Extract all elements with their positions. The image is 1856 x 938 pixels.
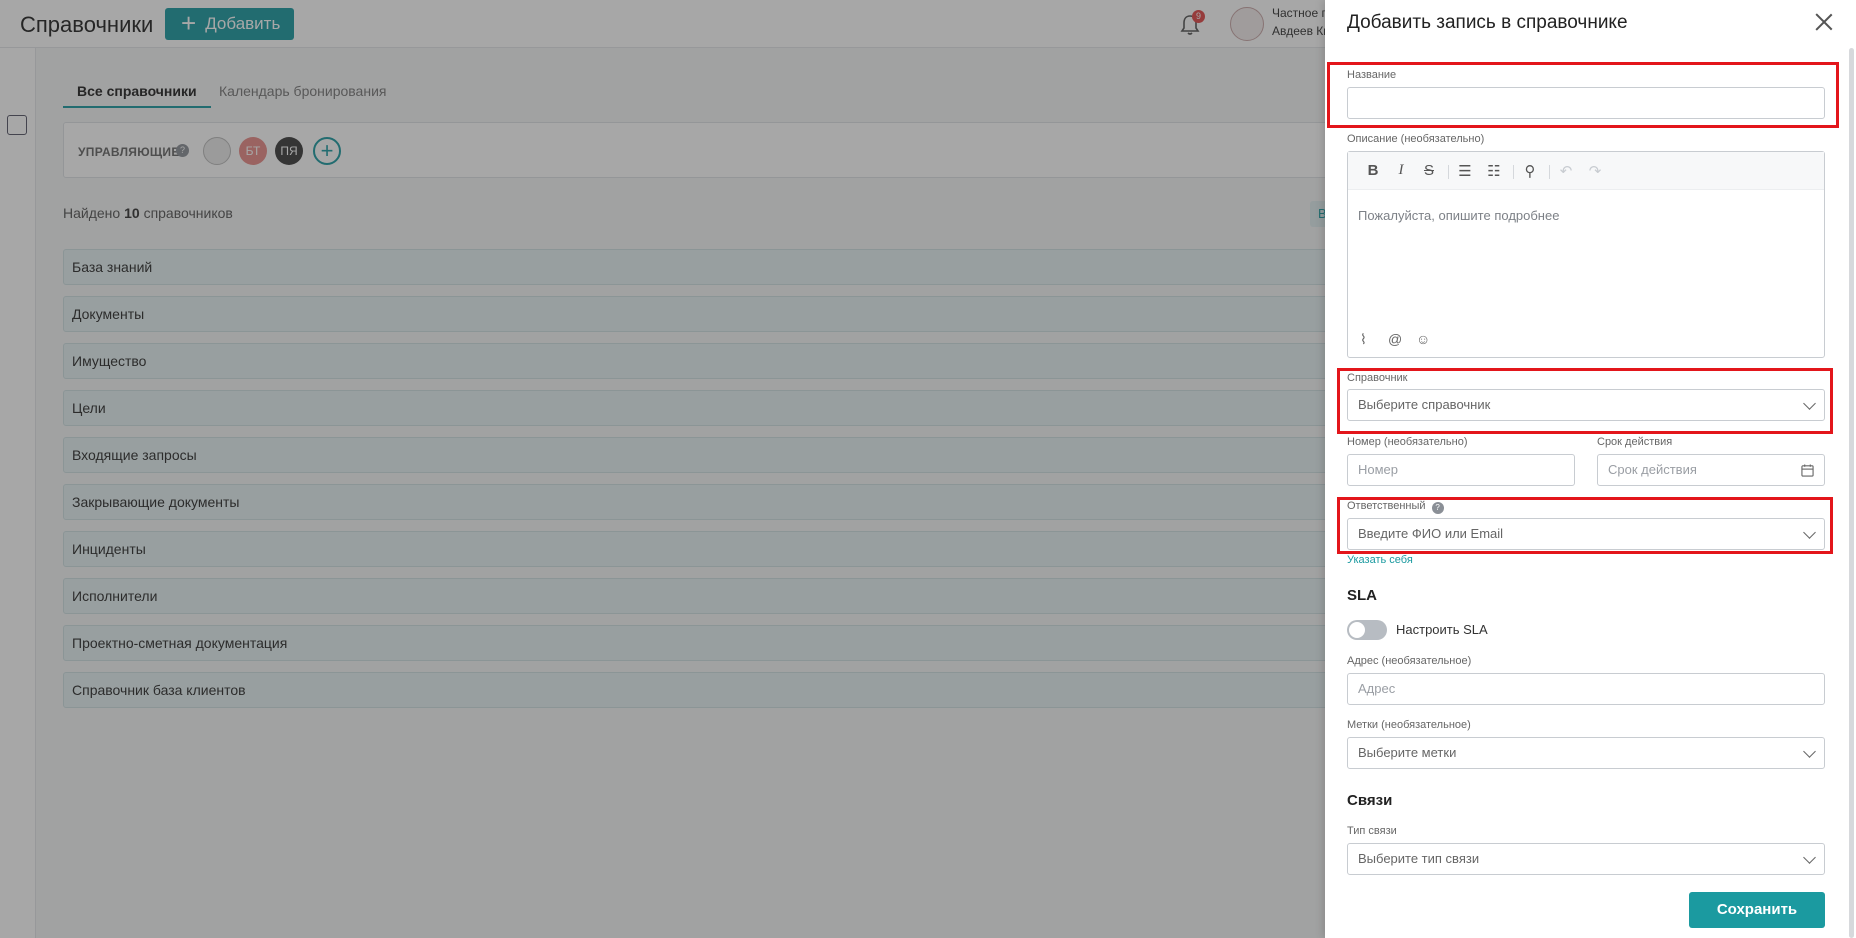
term-input[interactable]: Срок действия — [1597, 454, 1825, 486]
address-input[interactable]: Адрес — [1347, 673, 1825, 705]
toolbar-divider — [1513, 165, 1514, 179]
italic-icon[interactable]: I — [1392, 162, 1410, 179]
calendar-icon[interactable] — [1801, 464, 1814, 477]
redo-icon[interactable]: ↷ — [1586, 162, 1604, 180]
assign-self-link[interactable]: Указать себя — [1347, 554, 1413, 566]
paperclip-icon[interactable]: ⌇ — [1360, 331, 1367, 348]
help-icon[interactable]: ? — [1431, 502, 1444, 514]
responsible-select[interactable]: Введите ФИО или Email — [1347, 518, 1825, 550]
bold-icon[interactable]: B — [1364, 162, 1382, 179]
tags-placeholder: Выберите метки — [1358, 745, 1457, 760]
description-placeholder: Пожалуйста, опишите подробнее — [1358, 208, 1560, 223]
description-label: Описание (необязательно) — [1347, 133, 1485, 145]
number-label: Номер (необязательно) — [1347, 436, 1468, 448]
tags-label: Метки (необязательное) — [1347, 719, 1471, 731]
tags-select[interactable]: Выберите метки — [1347, 737, 1825, 769]
scrollbar[interactable] — [1849, 48, 1854, 938]
directory-label: Справочник — [1347, 372, 1408, 384]
add-record-panel: Добавить запись в справочнике Название О… — [1325, 0, 1856, 938]
bullet-list-icon[interactable]: ☰ — [1456, 162, 1474, 180]
close-icon[interactable] — [1813, 11, 1835, 33]
directory-select-value: Выберите справочник — [1358, 397, 1491, 412]
description-editor[interactable]: B I S ☰ ☷ ⚲ ↶ ↷ Пожалуйста, опишите подр… — [1347, 151, 1825, 358]
save-button[interactable]: Сохранить — [1689, 892, 1825, 928]
name-label: Название — [1347, 69, 1397, 81]
emoji-icon[interactable]: ☺ — [1416, 331, 1430, 347]
numbered-list-icon[interactable]: ☷ — [1485, 162, 1503, 180]
sla-toggle[interactable] — [1347, 620, 1387, 640]
editor-toolbar: B I S ☰ ☷ ⚲ ↶ ↷ — [1348, 152, 1824, 190]
sla-title: SLA — [1347, 587, 1377, 604]
strikethrough-icon[interactable]: S — [1420, 162, 1438, 179]
chevron-down-icon — [1803, 851, 1816, 864]
responsible-placeholder: Введите ФИО или Email — [1358, 526, 1504, 541]
chevron-down-icon — [1803, 745, 1816, 758]
chevron-down-icon — [1803, 397, 1816, 410]
link-type-select[interactable]: Выберите тип связи — [1347, 843, 1825, 875]
panel-title: Добавить запись в справочнике — [1347, 12, 1628, 33]
link-icon[interactable]: ⚲ — [1521, 162, 1539, 180]
term-placeholder: Срок действия — [1608, 462, 1697, 477]
toolbar-divider — [1549, 165, 1550, 179]
address-label: Адрес (необязательное) — [1347, 655, 1472, 667]
sla-toggle-label: Настроить SLA — [1396, 622, 1488, 637]
link-type-placeholder: Выберите тип связи — [1358, 851, 1480, 866]
undo-icon[interactable]: ↶ — [1557, 162, 1575, 180]
link-type-label: Тип связи — [1347, 825, 1397, 837]
directory-select[interactable]: Выберите справочник — [1347, 389, 1825, 421]
mention-icon[interactable]: @ — [1388, 331, 1402, 347]
name-input[interactable] — [1347, 87, 1825, 119]
chevron-down-icon — [1803, 526, 1816, 539]
toggle-knob — [1349, 622, 1365, 638]
toolbar-divider — [1448, 165, 1449, 179]
responsible-label: Ответственный ? — [1347, 500, 1444, 514]
number-input[interactable]: Номер — [1347, 454, 1575, 486]
links-title: Связи — [1347, 792, 1393, 809]
term-label: Срок действия — [1597, 436, 1673, 448]
